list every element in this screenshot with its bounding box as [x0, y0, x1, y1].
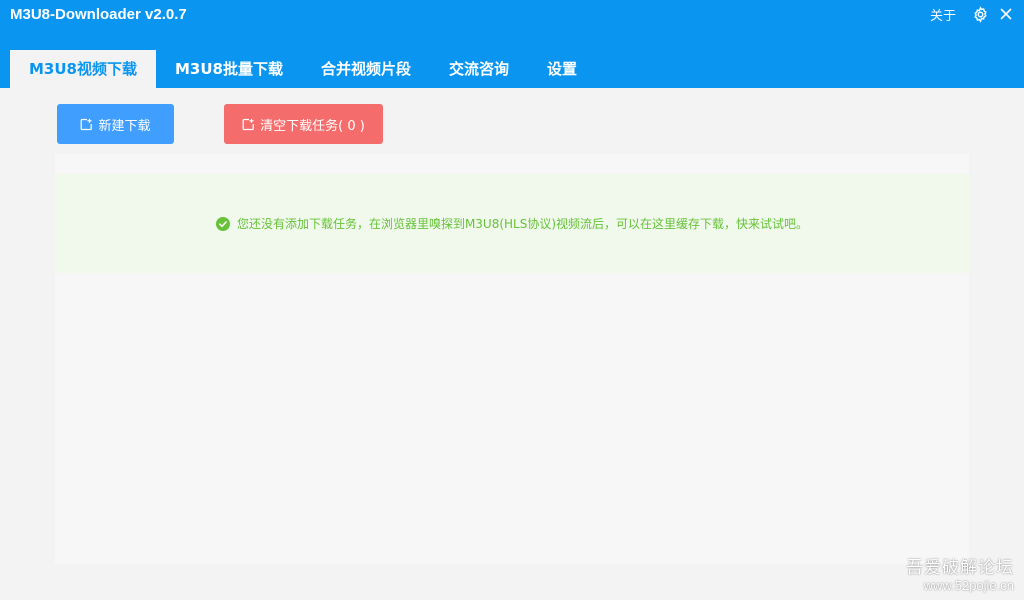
check-circle-icon — [215, 216, 230, 231]
about-link[interactable]: 关于 — [930, 5, 956, 24]
empty-task-notice: 您还没有添加下载任务，在浏览器里嗅探到M3U8(HLS协议)视频流后，可以在这里… — [55, 174, 969, 273]
task-list-panel: 您还没有添加下载任务，在浏览器里嗅探到M3U8(HLS协议)视频流后，可以在这里… — [55, 154, 969, 564]
close-icon[interactable] — [996, 4, 1016, 24]
tab-bar: M3U8视频下载 M3U8批量下载 合并视频片段 交流咨询 设置 — [10, 50, 596, 88]
title-bar: M3U8-Downloader v2.0.7 关于 M3U8视频下载 M3U8批… — [0, 0, 1024, 88]
gear-icon[interactable] — [970, 4, 990, 24]
app-title: M3U8-Downloader v2.0.7 — [10, 6, 187, 23]
notice-text: 您还没有添加下载任务，在浏览器里嗅探到M3U8(HLS协议)视频流后，可以在这里… — [236, 217, 809, 231]
new-task-icon — [80, 118, 93, 131]
tab-discussion[interactable]: 交流咨询 — [430, 50, 528, 88]
window-controls: 关于 — [930, 4, 1016, 24]
watermark-title: 吾爱破解论坛 — [906, 558, 1014, 578]
tab-merge-segments[interactable]: 合并视频片段 — [302, 50, 430, 88]
clear-tasks-label: 清空下载任务( 0 ) — [260, 118, 365, 134]
tab-settings[interactable]: 设置 — [528, 50, 596, 88]
clear-tasks-button[interactable]: 清空下载任务( 0 ) — [224, 104, 383, 144]
watermark-url: www.52pojie.cn — [923, 578, 1014, 593]
clear-task-icon — [242, 118, 255, 131]
watermark: 吾爱破解论坛 www.52pojie.cn — [906, 558, 1014, 594]
new-download-label: 新建下载 — [98, 118, 151, 134]
new-download-button[interactable]: 新建下载 — [57, 104, 174, 144]
tab-m3u8-batch-download[interactable]: M3U8批量下载 — [156, 50, 302, 88]
tab-m3u8-download[interactable]: M3U8视频下载 — [10, 50, 156, 88]
